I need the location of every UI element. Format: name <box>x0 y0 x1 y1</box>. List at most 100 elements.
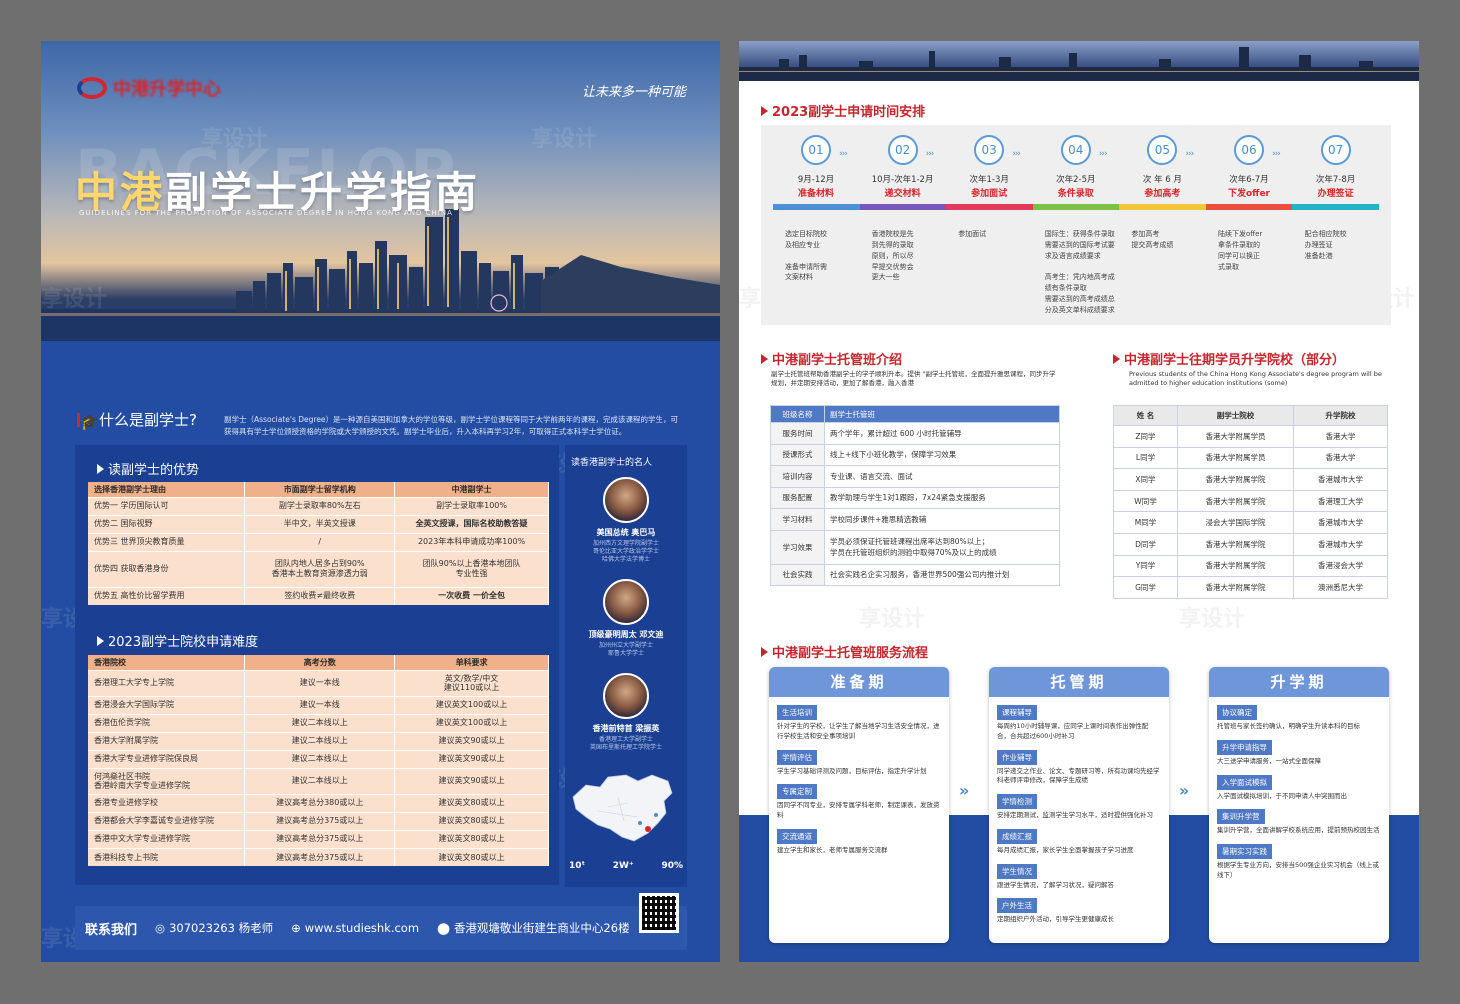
step-date: 次年2-5月 <box>1056 175 1096 185</box>
timeline-step: 04 次年2-5月 条件录取 <box>1033 125 1119 199</box>
step-date: 次年7-8月 <box>1315 175 1356 185</box>
timeline-color-bar <box>773 204 1380 210</box>
table-cell: 香港都会大学李嘉诚专业进修学院 <box>88 811 246 830</box>
contact-label: 联系我们 <box>85 922 138 938</box>
arrow-right-icon: ››› <box>1185 149 1194 159</box>
table-cell: 香港大学附属学院 <box>1177 489 1294 513</box>
timeline-color-segment <box>946 204 1033 210</box>
step-name: 条件录取 <box>1057 189 1094 199</box>
table-cell: 建议高考总分375或以上 <box>244 811 396 830</box>
person-name: 香港前特首 梁振英 <box>592 724 660 733</box>
stat-value: 2W⁺ <box>612 861 634 871</box>
table-cell: 建议二本线以上 <box>244 767 396 794</box>
table-row: Y同学 香港大学附属学院 香港浸会大学 <box>1113 554 1388 578</box>
tg-table: 班级名称 副学士托管班 服务时间 两个学年，累计超过 600 小时托管辅导 授课形式… <box>770 405 1060 586</box>
table-cell: 优势五 高性价比留学费用 <box>88 586 246 605</box>
table-cell: 香港大学 <box>1293 446 1388 470</box>
card-item-desc: 同学递交之作业、论文、专题研习等，所有功课均先经学科老师评审修改，保障学生成绩 <box>997 766 1160 785</box>
table-cell: 2023年本科申请成功率100% <box>394 532 549 551</box>
card-item-title: 暑期实习实践 <box>1217 844 1272 859</box>
timeline-title: 2023副学士申请时间安排 <box>772 105 926 120</box>
timeline: 01 9月-12月 准备材料 选定目标院校 及相应专业 准备申请所需 文案材料 ››› 0… <box>761 125 1391 325</box>
table-cell: 副学士托管班 <box>824 405 1060 423</box>
step-description: 参加面试 <box>958 230 987 238</box>
table-header: 选择香港副学士理由 <box>88 482 246 497</box>
card-item-desc: 入学面试模拟培训，于不同申请人中突围而出 <box>1217 791 1347 800</box>
step-name: 参加面试 <box>971 189 1008 199</box>
globe-icon: ⊕ <box>291 921 301 935</box>
table-cell: 香港城市大学 <box>1293 532 1388 556</box>
table-cell: Y同学 <box>1113 554 1178 578</box>
advantages-heading: 读副学士的优势 <box>97 459 199 478</box>
card-item-desc: 跟进学生情况，了解学习状况，疑问解答 <box>997 880 1114 889</box>
table-header: 香港院校 <box>88 655 246 670</box>
timeline-step: 01 9月-12月 准备材料 <box>773 125 859 199</box>
what-heading: 🎓 什么是副学士? <box>77 409 197 431</box>
table-cell: 香港浸会大学国际学院 <box>88 695 246 714</box>
table-cell: 优势二 国际视野 <box>88 514 246 533</box>
logo-mark-icon <box>77 77 107 99</box>
difficulty-table: 香港院校 高考分数 单科要求 香港理工大学专上学院 建议一本线 英文/数学/中文 建… <box>88 655 549 866</box>
table-cell: Z同学 <box>1113 425 1178 448</box>
graduation-cap-icon: 🎓 <box>77 412 99 431</box>
table-cell: 两个学年，累计超过 600 小时托管辅导 <box>824 422 1060 445</box>
table-cell: X同学 <box>1113 468 1178 491</box>
card-item-desc: 托管班与家长签约确认，明确学生升读本科的目标 <box>1217 722 1360 730</box>
step-number: 02 <box>887 135 918 165</box>
what-description: 副学士（Associate's Degree）是一种源自美国和加拿大的学位等级，… <box>224 415 679 436</box>
table-cell: 浸会大学国际学院 <box>1177 511 1294 534</box>
table-cell: 建议英文80或以上 <box>394 793 549 812</box>
table-cell: 建议英文80或以上 <box>394 829 549 848</box>
table-header: 姓 名 <box>1113 405 1178 426</box>
table-cell: 建议英文90或以上 <box>394 731 549 750</box>
what-title: 什么是副学士? <box>99 411 197 429</box>
step-number: 04 <box>1060 135 1091 165</box>
timeline-color-segment <box>859 204 947 210</box>
card-item-desc: 建立学生和家长，老师专属服务交流群 <box>777 845 888 854</box>
table-row: D同学 香港大学附属学院 香港城市大学 <box>1113 532 1388 556</box>
table-cell: 半中文，半英文授课 <box>244 514 396 533</box>
table-cell: 优势一 学历国际认可 <box>88 496 246 515</box>
stat-value: 90% <box>661 861 683 871</box>
table-cell: 培训内容 <box>770 465 825 488</box>
step-name: 办理签证 <box>1317 189 1354 199</box>
table-cell: 副学士录取率100% <box>394 496 549 515</box>
chevron-right-icon: » <box>959 781 970 800</box>
service-card: 准备期 生活培训 针对学生的学校，让学生了解当地学习生活安全情况，进行学校生活和安全… <box>769 667 949 943</box>
table-header: 升学院校 <box>1293 405 1388 426</box>
timeline-step: 03 次年1-3月 参加面试 <box>946 125 1032 199</box>
step-description: 配合相应院校 办理签证 准备赴港 <box>1304 230 1347 260</box>
city-banner-illustration <box>739 47 1419 81</box>
table-cell: 香港大学附属学院 <box>1177 532 1294 556</box>
table-cell: 学习效果 <box>770 529 825 565</box>
person-card: 美国总统 奥巴马 加州西方文理学院副学士 哥伦比亚大学政治学学士 哈佛大学法学博… <box>565 477 687 563</box>
table-cell: 社会实践名企实习服务，香港世界500强公司内推计划 <box>824 563 1060 586</box>
person-desc: 加州州立大学副学士 耶鲁大学学士 <box>598 642 653 657</box>
contact-web-text: www.studieshk.com <box>304 921 420 935</box>
step-description: 参加高考 提交高考成绩 <box>1131 230 1174 249</box>
table-cell: 建议二本线以上 <box>244 713 396 732</box>
timeline-step: 02 10月-次年1-2月 递交材料 <box>860 125 946 199</box>
person-desc: 香港理工大学副学士 英国布里斯托理工学院学士 <box>589 736 662 751</box>
triangle-icon <box>1113 353 1120 364</box>
table-cell: 香港城市大学 <box>1293 468 1388 491</box>
card-item-desc: 安排定期测试，监测学生学习水平，适时提供强化补习 <box>997 811 1153 819</box>
table-cell: 建议高考总分380或以上 <box>244 793 396 812</box>
table-cell: 香港浸会大学 <box>1293 554 1388 578</box>
person-name: 美国总统 奥巴马 <box>596 528 656 537</box>
avatar <box>603 477 649 523</box>
table-row: G同学 香港大学附属学院 澳洲悉尼大学 <box>1113 576 1388 599</box>
tg-heading: 中港副学士托管班介绍 <box>761 349 902 368</box>
card-item-desc: 每月成绩汇报，家长学生全面掌握孩子学习进度 <box>997 845 1134 854</box>
timeline-step: 07 次年7-8月 办理签证 <box>1293 125 1379 199</box>
table-cell: 香港大学附属学院 <box>88 731 246 750</box>
table-cell: 副学士录取率80%左右 <box>244 496 396 515</box>
contact-website[interactable]: ⊕ www.studieshk.com <box>291 921 419 935</box>
step-number: 07 <box>1320 135 1351 165</box>
table-cell: 香港大学附属学员 <box>1177 446 1294 470</box>
table-cell: W同学 <box>1113 489 1178 513</box>
contact-qq[interactable]: ◎ 307023263 杨老师 <box>155 920 273 936</box>
table-cell: 建议英文100或以上 <box>394 695 549 714</box>
table-cell: 优势四 获取香港身份 <box>88 550 246 587</box>
qr-code-icon[interactable] <box>639 893 679 933</box>
